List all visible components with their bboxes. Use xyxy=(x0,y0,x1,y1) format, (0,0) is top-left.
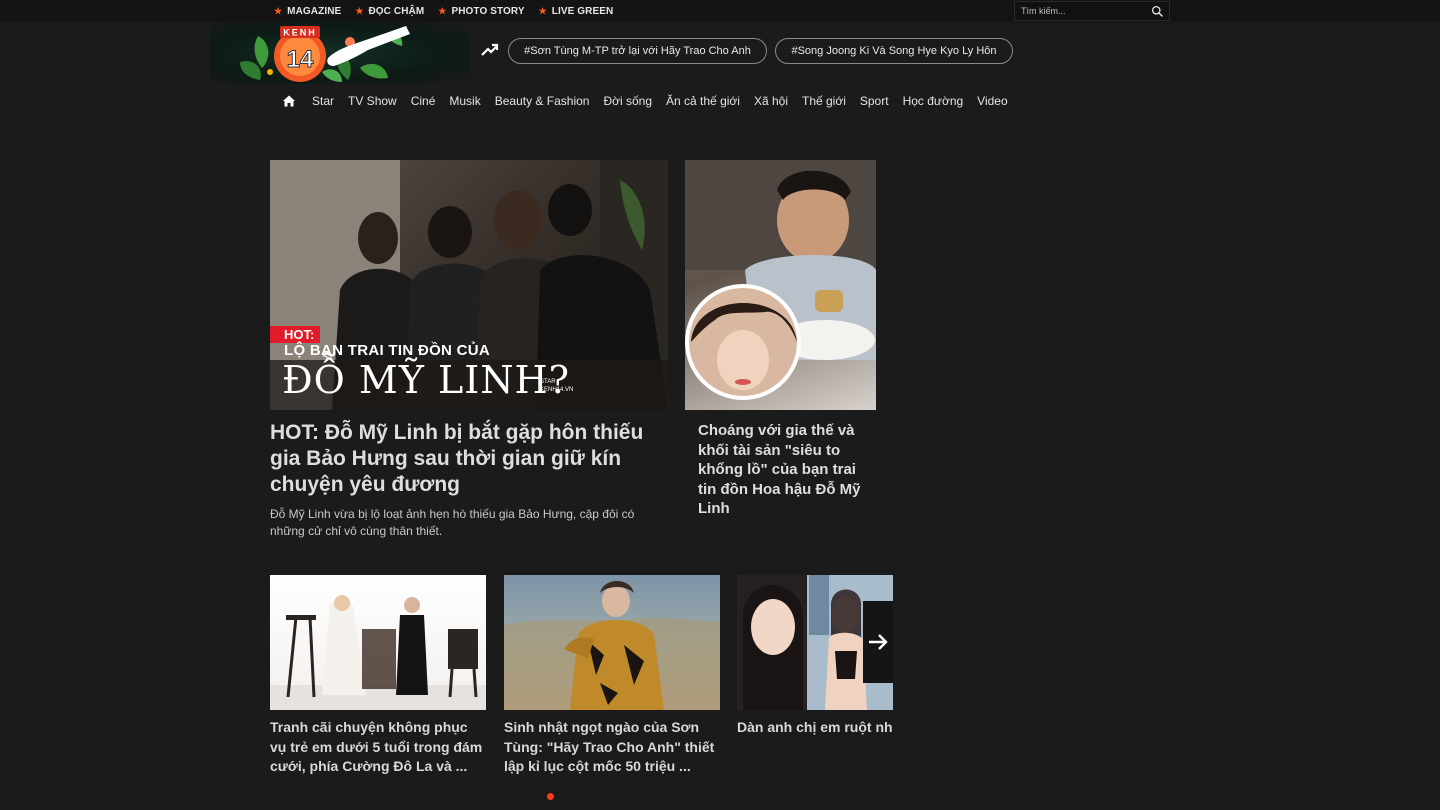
arrow-right-icon xyxy=(869,634,888,650)
home-icon[interactable] xyxy=(282,94,296,108)
star-icon: ★ xyxy=(538,5,547,16)
top-link-label: MAGAZINE xyxy=(287,5,342,17)
nav-item-cine[interactable]: Ciné xyxy=(411,94,436,108)
nav-item-star[interactable]: Star xyxy=(312,94,334,108)
watermark-line: STAR xyxy=(540,379,556,385)
nav-item-tv-show[interactable]: TV Show xyxy=(348,94,397,108)
slider-next-button[interactable] xyxy=(863,601,893,683)
logo-number: 14 xyxy=(287,46,314,73)
top-links: ★ MAGAZINE ★ ĐỌC CHẬM ★ PHOTO STORY ★ LIVE G… xyxy=(274,0,613,22)
top-link-live-green[interactable]: ★ LIVE GREEN xyxy=(539,6,614,17)
star-icon: ★ xyxy=(438,5,447,16)
search-input[interactable] xyxy=(1015,6,1145,16)
nav-item-doi-song[interactable]: Đời sống xyxy=(603,94,652,108)
search-icon[interactable] xyxy=(1151,5,1164,18)
nav-item-xa-hoi[interactable]: Xã hội xyxy=(754,94,788,108)
top-bar: ★ MAGAZINE ★ ĐỌC CHẬM ★ PHOTO STORY ★ LIVE G… xyxy=(0,0,1440,22)
slider-card-title[interactable]: Tranh cãi chuyện không phục vụ trẻ em dư… xyxy=(270,718,486,777)
top-link-photo-story[interactable]: ★ PHOTO STORY xyxy=(438,6,524,17)
feature-image[interactable]: HOT: LỘ BẠN TRAI TIN ĐỒN CỦA ĐỖ MỸ LINH?… xyxy=(270,160,668,410)
star-icon: ★ xyxy=(355,5,364,16)
nav-item-an-ca-the-gioi[interactable]: Ăn cả thế giới xyxy=(666,94,740,108)
feature-title[interactable]: HOT: Đỗ Mỹ Linh bị bắt gặp hôn thiếu gia… xyxy=(270,420,668,498)
nav-item-the-gioi[interactable]: Thế giới xyxy=(802,94,846,108)
slider-card-title[interactable]: Dàn anh chị em ruột nhóm toàn cầu BTS: C… xyxy=(737,718,893,738)
top-link-magazine[interactable]: ★ MAGAZINE xyxy=(274,6,341,17)
slider-card-title[interactable]: Sinh nhật ngọt ngào của Sơn Tùng: "Hãy T… xyxy=(504,718,720,777)
search-box xyxy=(1014,1,1170,21)
top-link-label: PHOTO STORY xyxy=(451,5,525,17)
logo-artwork: KENH 14 xyxy=(240,26,410,82)
side-story-photo xyxy=(685,160,876,400)
trending-icon xyxy=(481,43,499,56)
feature-overlay-title: ĐỖ MỸ LINH? xyxy=(282,358,570,402)
logo-banner[interactable]: KENH 14 xyxy=(210,22,470,84)
side-story-image[interactable] xyxy=(685,160,876,410)
slider-photo xyxy=(270,595,486,710)
side-story-title[interactable]: Choáng với gia thế và khối tài sản "siêu… xyxy=(698,421,868,519)
trending-tag[interactable]: #Song Joong Ki Và Song Hye Kyo Ly Hôn xyxy=(775,38,1013,64)
slider-photo xyxy=(504,581,720,710)
top-link-doc-cham[interactable]: ★ ĐỌC CHẬM xyxy=(355,6,424,17)
slider-dot-active[interactable] xyxy=(547,793,554,800)
trending-tag[interactable]: #Sơn Tùng M-TP trở lại với Hãy Trao Cho … xyxy=(508,38,767,64)
feature-overlay-watermark: STAR KENH14.VN xyxy=(540,378,573,394)
hot-badge: HOT: xyxy=(270,326,321,343)
nav-item-video[interactable]: Video xyxy=(977,94,1007,108)
watermark-line: KENH14.VN xyxy=(540,387,574,393)
top-link-label: LIVE GREEN xyxy=(551,5,614,17)
star-icon: ★ xyxy=(274,5,283,16)
feature-summary: Đỗ Mỹ Linh vừa bị lộ loạt ảnh hẹn hò thi… xyxy=(270,507,635,538)
slider-card-image[interactable] xyxy=(270,575,486,710)
nav-item-hoc-duong[interactable]: Học đường xyxy=(903,94,964,108)
slider-card-image[interactable] xyxy=(504,575,720,710)
top-link-label: ĐỌC CHẬM xyxy=(368,5,425,17)
nav-item-musik[interactable]: Musik xyxy=(449,94,480,108)
main-nav: Star TV Show Ciné Musik Beauty & Fashion… xyxy=(282,90,1022,112)
nav-item-sport[interactable]: Sport xyxy=(860,94,889,108)
feature-overlay-subtitle: LỘ BẠN TRAI TIN ĐỒN CỦA xyxy=(284,342,491,359)
logo-text: KENH xyxy=(283,28,317,38)
nav-item-beauty-fashion[interactable]: Beauty & Fashion xyxy=(495,94,590,108)
